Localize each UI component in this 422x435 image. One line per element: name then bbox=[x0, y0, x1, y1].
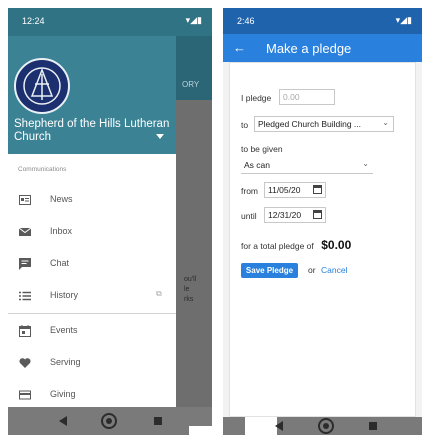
total-value: $0.00 bbox=[321, 238, 352, 252]
until-date-input[interactable]: 12/31/20 bbox=[264, 207, 326, 223]
drawer-header: Shepherd of the Hills Lutheran Church bbox=[8, 36, 176, 154]
status-bar: 2:46 ▾◢▮ bbox=[223, 8, 422, 34]
calendar-icon[interactable] bbox=[313, 210, 322, 219]
church-logo bbox=[14, 58, 70, 114]
from-date-input[interactable]: 11/05/20 bbox=[264, 182, 326, 198]
status-time: 2:46 bbox=[237, 16, 255, 26]
or-text: or bbox=[308, 265, 316, 275]
drawer-item-label: Chat bbox=[50, 258, 70, 268]
drawer-item-label: History bbox=[50, 290, 79, 300]
drawer-item-label: News bbox=[50, 194, 73, 204]
overlay-patch bbox=[189, 426, 212, 435]
pledge-amount-input[interactable]: 0.00 bbox=[279, 89, 335, 105]
heart-icon bbox=[19, 356, 31, 368]
overlay-patch bbox=[245, 417, 277, 435]
until-date-value: 12/31/20 bbox=[268, 210, 302, 220]
drawer-item-news[interactable]: News bbox=[8, 184, 176, 216]
church-name: Shepherd of the Hills Lutheran Church bbox=[14, 118, 170, 143]
drawer-item-serving[interactable]: Serving bbox=[8, 347, 176, 379]
drawer-item-label: Inbox bbox=[50, 226, 73, 236]
frequency-select-value: As can bbox=[244, 160, 270, 170]
recents-icon[interactable] bbox=[369, 422, 377, 430]
list-icon bbox=[19, 289, 31, 301]
drawer-item-label: Serving bbox=[50, 357, 81, 367]
from-label: from bbox=[241, 186, 258, 196]
page-title: Make a pledge bbox=[266, 41, 352, 56]
drawer-item-chat[interactable]: Chat bbox=[8, 248, 176, 280]
right-phone-screen: 2:46 ▾◢▮ ← Make a pledge I pledge 0.00 t… bbox=[223, 8, 422, 435]
chevron-down-icon: ⌄ bbox=[362, 159, 369, 168]
system-nav-bar bbox=[8, 407, 212, 435]
back-arrow-icon[interactable]: ← bbox=[233, 40, 246, 55]
drawer-item-history[interactable]: History ⧉ bbox=[8, 280, 176, 312]
fund-select[interactable]: Pledged Church Building ... ⌄ bbox=[254, 116, 394, 132]
system-nav-bar bbox=[223, 417, 422, 435]
until-label: until bbox=[241, 211, 257, 221]
dimmed-text-line: le bbox=[184, 286, 190, 293]
to-label: to bbox=[241, 120, 249, 130]
given-label: to be given bbox=[241, 144, 283, 154]
calendar-icon bbox=[19, 324, 31, 337]
mail-icon bbox=[18, 225, 32, 237]
status-time: 12:24 bbox=[22, 16, 45, 26]
section-label: Communications bbox=[18, 166, 67, 173]
dimmed-text-line: ou'll bbox=[184, 276, 197, 283]
app-bar: ← Make a pledge bbox=[223, 34, 422, 62]
save-pledge-button[interactable]: Save Pledge bbox=[241, 263, 298, 278]
total-label: for a total pledge of bbox=[241, 241, 314, 251]
pledge-form-card: I pledge 0.00 to Pledged Church Building… bbox=[229, 62, 416, 417]
frequency-select[interactable]: As can ⌄ bbox=[241, 158, 373, 174]
drawer-item-inbox[interactable]: Inbox bbox=[8, 216, 176, 248]
status-icons: ▾◢▮ bbox=[395, 15, 412, 25]
dimmed-content[interactable]: ORY ou'll le rks bbox=[176, 36, 212, 435]
left-phone-screen: 12:24 ▾◢▮ ORY ou'll le rks Shepherd of t… bbox=[8, 8, 212, 435]
home-icon[interactable] bbox=[101, 413, 117, 429]
news-icon bbox=[19, 193, 31, 205]
chat-icon bbox=[19, 257, 31, 270]
home-icon[interactable] bbox=[318, 418, 334, 434]
chevron-down-icon: ⌄ bbox=[382, 118, 389, 127]
dimmed-tab-label: ORY bbox=[182, 80, 200, 89]
status-icons: ▾◢▮ bbox=[185, 15, 202, 25]
navigation-drawer: Shepherd of the Hills Lutheran Church Co… bbox=[8, 36, 176, 407]
from-date-value: 11/05/20 bbox=[268, 185, 301, 195]
drawer-item-label: Giving bbox=[50, 389, 76, 399]
back-icon[interactable] bbox=[275, 421, 283, 431]
divider bbox=[8, 313, 176, 314]
dimmed-appbar bbox=[176, 36, 212, 100]
account-dropdown-icon[interactable] bbox=[156, 134, 164, 139]
total-line: for a total pledge of $0.00 bbox=[241, 236, 351, 254]
drawer-item-label: Events bbox=[50, 325, 78, 335]
dimmed-text-line: rks bbox=[184, 296, 194, 303]
cancel-link[interactable]: Cancel bbox=[321, 265, 347, 275]
pledge-label: I pledge bbox=[241, 93, 272, 103]
fund-select-value: Pledged Church Building ... bbox=[258, 119, 362, 129]
card-icon bbox=[19, 388, 31, 400]
drawer-item-events[interactable]: Events bbox=[8, 315, 176, 347]
status-bar: 12:24 ▾◢▮ bbox=[8, 8, 212, 36]
recents-icon[interactable] bbox=[154, 417, 162, 425]
external-link-icon: ⧉ bbox=[156, 289, 162, 298]
back-icon[interactable] bbox=[59, 416, 67, 426]
calendar-icon[interactable] bbox=[313, 185, 322, 194]
